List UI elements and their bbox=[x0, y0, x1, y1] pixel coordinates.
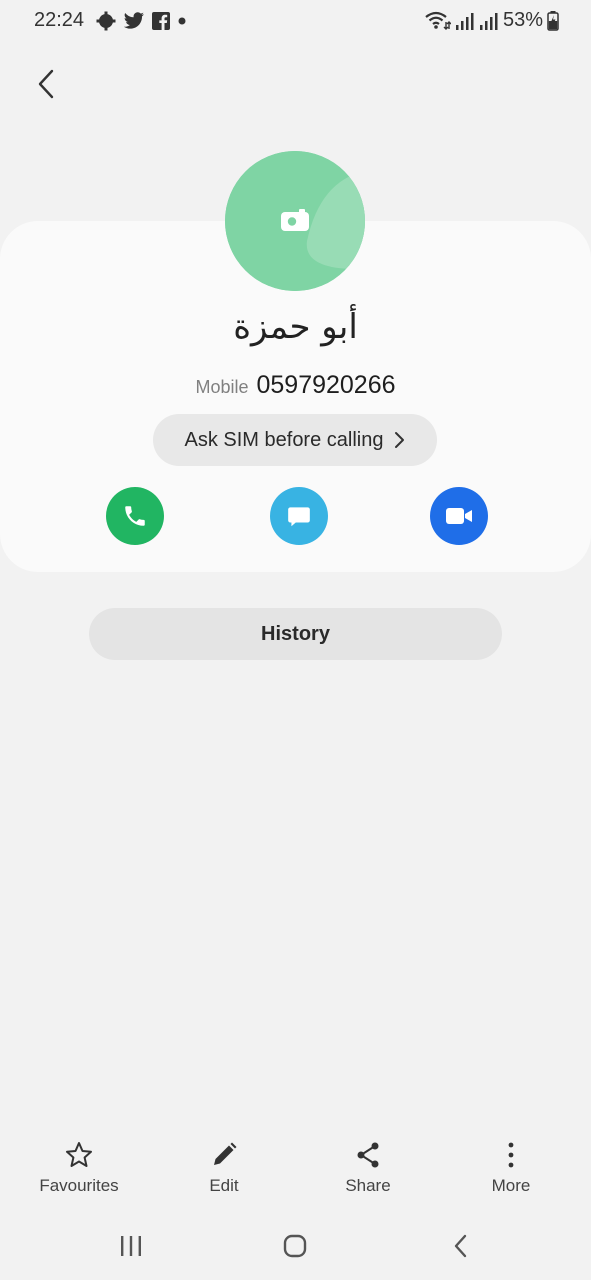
more-label: More bbox=[491, 1176, 531, 1195]
signal-1-icon bbox=[455, 12, 474, 30]
pencil-icon bbox=[214, 1142, 237, 1165]
favourites-button[interactable]: Favourites bbox=[24, 1140, 134, 1196]
phone-number: 0597920266 bbox=[256, 371, 396, 399]
more-button[interactable]: More bbox=[456, 1140, 566, 1196]
chevron-left-icon bbox=[38, 69, 54, 99]
share-button[interactable]: Share bbox=[313, 1140, 423, 1196]
video-call-icon bbox=[446, 508, 472, 524]
system-nav-bar bbox=[0, 1218, 591, 1274]
status-notification-icons bbox=[96, 11, 187, 31]
message-button[interactable] bbox=[270, 487, 328, 545]
home-icon bbox=[283, 1234, 307, 1258]
recents-icon bbox=[121, 1236, 141, 1256]
twitter-icon bbox=[123, 12, 144, 29]
more-vertical-icon bbox=[508, 1142, 514, 1168]
video-call-button[interactable] bbox=[430, 487, 488, 545]
contact-avatar[interactable] bbox=[225, 151, 365, 291]
battery-charging-icon bbox=[547, 10, 559, 31]
back-button[interactable] bbox=[26, 64, 66, 104]
status-bar: 22:24 53% bbox=[0, 0, 591, 44]
wifi-icon bbox=[425, 11, 451, 30]
dot-icon bbox=[178, 17, 186, 25]
star-icon bbox=[66, 1142, 92, 1167]
ask-sim-button[interactable]: Ask SIM before calling bbox=[153, 414, 437, 466]
recents-button[interactable] bbox=[111, 1226, 151, 1266]
history-button[interactable]: History bbox=[89, 608, 502, 660]
share-label: Share bbox=[345, 1176, 391, 1195]
back-icon bbox=[454, 1234, 467, 1258]
battery-percent: 53% bbox=[502, 9, 543, 31]
favourites-label: Favourites bbox=[39, 1176, 119, 1195]
share-icon bbox=[357, 1142, 379, 1168]
phone-number-row[interactable]: Mobile 0597920266 bbox=[0, 371, 591, 400]
status-system-icons: 53% bbox=[425, 9, 559, 32]
history-label: History bbox=[261, 622, 330, 645]
ask-sim-label: Ask SIM before calling bbox=[184, 428, 384, 451]
contact-name: أبو حمزة bbox=[233, 307, 358, 347]
message-icon bbox=[288, 507, 310, 527]
bottom-action-bar: Favourites Edit Share More bbox=[0, 1140, 591, 1210]
facebook-icon bbox=[152, 12, 170, 30]
call-button[interactable] bbox=[106, 487, 164, 545]
phone-icon bbox=[125, 506, 145, 526]
camera-icon bbox=[281, 209, 309, 231]
edit-button[interactable]: Edit bbox=[169, 1140, 279, 1196]
status-time: 22:24 bbox=[34, 9, 85, 31]
chevron-right-icon bbox=[395, 432, 405, 448]
settings-gear-icon bbox=[96, 11, 116, 31]
signal-2-icon bbox=[479, 12, 498, 30]
edit-label: Edit bbox=[209, 1176, 239, 1195]
home-button[interactable] bbox=[275, 1226, 315, 1266]
nav-back-button[interactable] bbox=[441, 1226, 481, 1266]
phone-type-label: Mobile bbox=[195, 377, 249, 397]
